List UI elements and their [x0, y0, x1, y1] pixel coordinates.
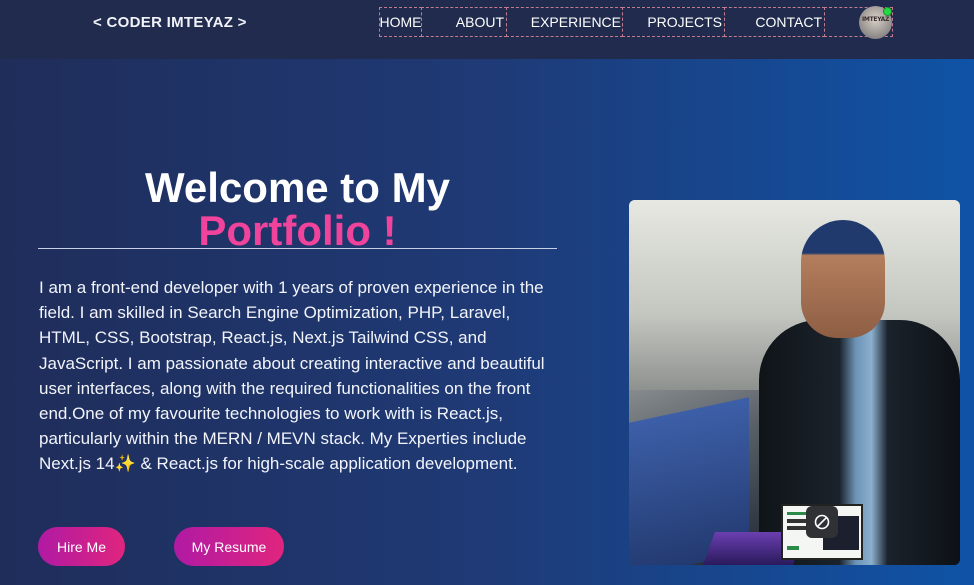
nav-item-projects[interactable]: PROJECTS — [622, 7, 725, 37]
nav-item-contact[interactable]: CONTACT — [724, 7, 825, 37]
photo-person-head — [801, 220, 885, 338]
main-nav: HOME ABOUT EXPERIENCE PROJECTS CONTACT I… — [379, 6, 893, 39]
brand-logo-text[interactable]: < CODER IMTEYAZ > — [93, 14, 247, 31]
hero-intro-text: I am a front-end developer with 1 years … — [39, 278, 545, 474]
nav-item-experience[interactable]: EXPERIENCE — [506, 7, 623, 37]
hero-title-line1: Welcome to My — [145, 164, 450, 211]
nav-item-home[interactable]: HOME — [379, 7, 422, 37]
profile-photo — [629, 200, 960, 565]
hire-me-button[interactable]: Hire Me — [38, 527, 125, 566]
block-icon[interactable] — [806, 506, 838, 538]
title-divider — [38, 248, 557, 249]
nav-item-about[interactable]: ABOUT — [421, 7, 507, 37]
hero-title-line2: Portfolio ! — [198, 207, 397, 254]
hero-section: Welcome to My Portfolio ! I am a front-e… — [0, 59, 974, 585]
my-resume-button[interactable]: My Resume — [174, 527, 284, 566]
online-status-dot — [883, 7, 892, 16]
nav-avatar-cell: IMTEYAZ — [824, 6, 893, 39]
navbar: < CODER IMTEYAZ > HOME ABOUT EXPERIENCE … — [0, 0, 974, 59]
avatar-logo-text: IMTEYAZ — [862, 16, 890, 23]
